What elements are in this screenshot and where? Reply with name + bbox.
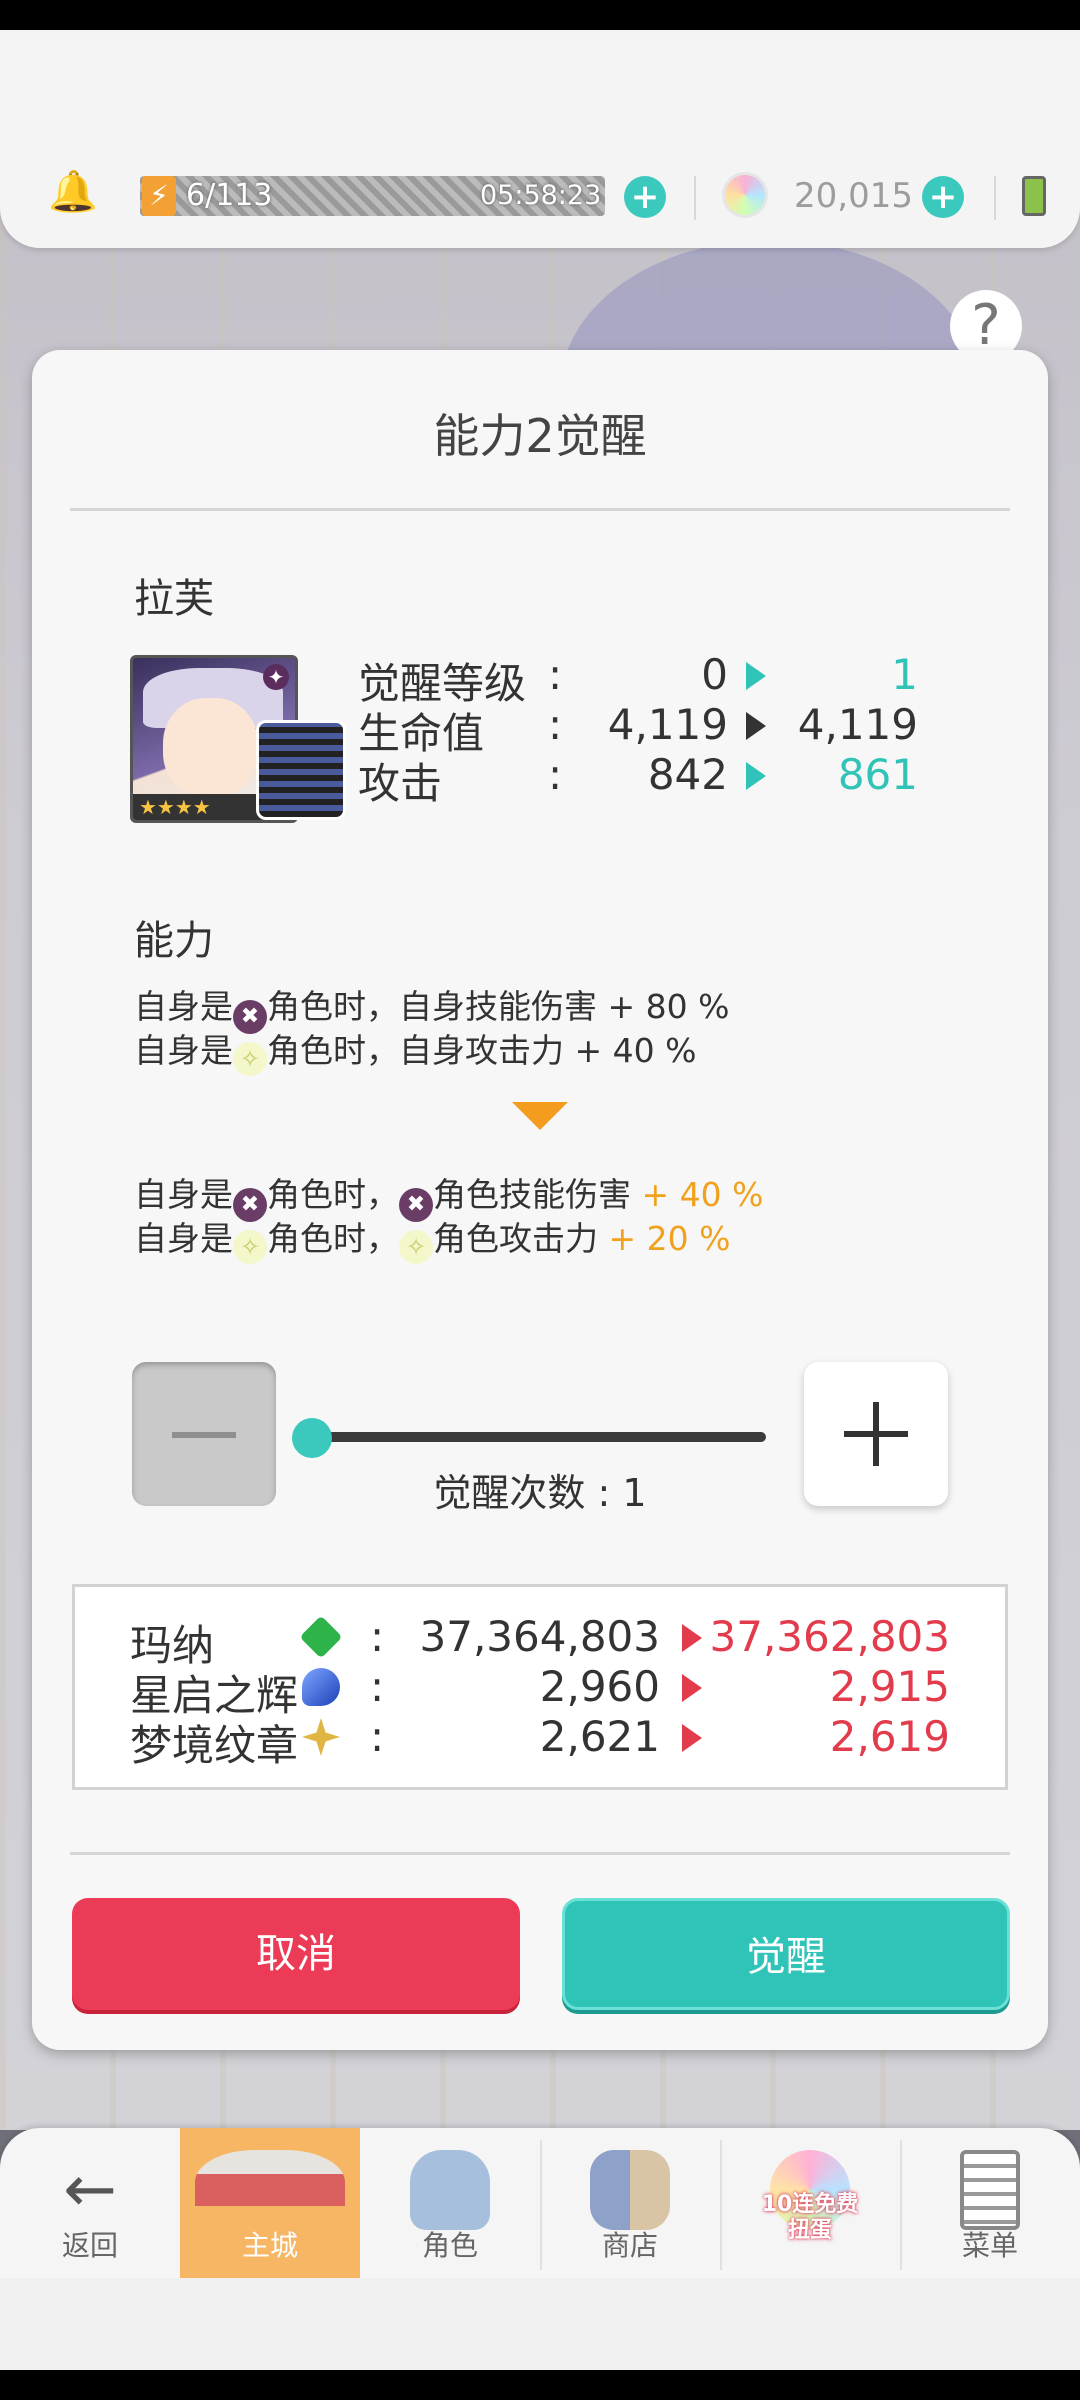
arrow-right-icon xyxy=(682,1624,702,1652)
arrow-right-icon xyxy=(682,1674,702,1702)
divider xyxy=(70,508,1010,511)
system-navigation-bar xyxy=(0,2370,1080,2400)
nav-main-city[interactable]: 主城 xyxy=(180,2128,360,2278)
stat-before: 4,119 xyxy=(607,700,728,749)
ability-text: 角色时，自身攻击力 + 40 % xyxy=(267,1031,697,1070)
cost-row-dream-emblem: 梦境纹章 : 2,621 2,619 xyxy=(130,1712,950,1770)
stat-before: 842 xyxy=(647,750,728,799)
awaken-button[interactable]: 觉醒 xyxy=(562,1898,1010,2010)
nav-back[interactable]: ← 返回 xyxy=(0,2128,180,2278)
castle-icon xyxy=(195,2150,345,2230)
battery-icon xyxy=(1022,176,1046,216)
stat-colon: : xyxy=(548,700,563,749)
shop-bags-icon xyxy=(590,2150,670,2230)
chibi-sprite-icon xyxy=(256,720,346,820)
ability-value: + 20 % xyxy=(598,1219,731,1258)
slider-handle[interactable] xyxy=(292,1418,332,1458)
cost-after: 2,915 xyxy=(829,1662,950,1711)
cancel-button[interactable]: 取消 xyxy=(72,1898,520,2010)
nav-shop[interactable]: 商店 xyxy=(540,2128,720,2278)
nav-label: 商店 xyxy=(601,2229,658,2262)
nav-character[interactable]: 角色 xyxy=(360,2128,540,2278)
cost-colon: : xyxy=(370,1662,385,1711)
stat-before: 0 xyxy=(701,650,728,699)
nav-menu[interactable]: 菜单 xyxy=(900,2128,1080,2278)
add-stamina-button[interactable]: + xyxy=(624,176,666,218)
ability-text: 角色攻击力 xyxy=(433,1219,598,1258)
dialog-title: 能力2觉醒 xyxy=(433,409,647,463)
cost-colon: : xyxy=(370,1712,385,1761)
stat-row-hp: 生命值 : 4,119 4,119 xyxy=(358,700,918,758)
gacha-badge-line-2: 扭蛋 xyxy=(787,2218,832,2243)
down-arrow-icon xyxy=(512,1102,568,1130)
next-ability-line-2: 自身是 ✧ 角色时， ✧ 角色攻击力 + 20 % xyxy=(134,1212,730,1264)
cost-colon: : xyxy=(370,1612,385,1661)
stat-label: 攻击 xyxy=(358,759,443,808)
light-attribute-icon: ✧ xyxy=(233,1230,267,1264)
stat-colon: : xyxy=(548,750,563,799)
ability-text: 角色技能伤害 xyxy=(433,1175,631,1214)
blue-flame-icon xyxy=(302,1668,340,1706)
stamina-timer: 05:58:23 xyxy=(480,180,602,211)
arrow-right-icon xyxy=(746,762,766,790)
stat-colon: : xyxy=(548,650,563,699)
cost-before: 2,960 xyxy=(539,1662,660,1711)
ability-text: 自身是 xyxy=(134,1031,233,1070)
add-gems-button[interactable]: + xyxy=(922,176,964,218)
lightning-icon: ⚡ xyxy=(142,176,176,216)
gold-star-icon xyxy=(302,1718,340,1756)
rainbow-gem-icon xyxy=(722,172,768,218)
stat-after: 861 xyxy=(837,750,918,799)
current-ability-line-2: 自身是 ✧ 角色时，自身攻击力 + 40 % xyxy=(134,1024,696,1076)
arrow-right-icon xyxy=(746,712,766,740)
divider xyxy=(994,176,996,220)
nav-label: 主城 xyxy=(241,2229,298,2262)
nav-footer-area xyxy=(0,2278,1080,2370)
ability-text: 自身是 xyxy=(134,1219,233,1258)
ability-text: 角色时， xyxy=(267,1175,399,1214)
cost-label: 梦境纹章 xyxy=(130,1721,299,1770)
stat-after: 1 xyxy=(891,650,918,699)
light-attribute-icon: ✧ xyxy=(233,1042,267,1076)
nav-label: 返回 xyxy=(61,2229,118,2262)
back-arrow-icon: ← xyxy=(63,2153,117,2227)
nav-label: 菜单 xyxy=(961,2229,1018,2262)
bell-icon[interactable]: 🔔 xyxy=(48,170,98,214)
cost-row-mana: 玛纳 : 37,364,803 37,362,803 xyxy=(130,1612,950,1670)
divider xyxy=(70,1852,1010,1855)
awaken-count-slider[interactable] xyxy=(312,1432,766,1442)
stat-after: 4,119 xyxy=(797,700,918,749)
gem-count: 20,015 xyxy=(794,176,913,216)
green-gem-icon xyxy=(299,1615,343,1659)
light-attribute-icon: ✧ xyxy=(399,1230,433,1264)
ability-text: 自身是 xyxy=(134,987,233,1026)
arrow-right-icon xyxy=(746,662,766,690)
cost-before: 37,364,803 xyxy=(419,1612,660,1661)
cost-after: 37,362,803 xyxy=(709,1612,950,1661)
divider xyxy=(694,176,696,220)
ability-section-label: 能力 xyxy=(134,918,214,964)
ability-text: 自身是 xyxy=(134,1175,233,1214)
cost-row-starlight: 星启之辉 : 2,960 2,915 xyxy=(130,1662,950,1720)
portrait-face xyxy=(163,698,258,798)
system-status-bar xyxy=(0,0,1080,30)
gacha-badge-line-1: 10连免费 xyxy=(761,2192,859,2217)
awaken-count-label: 觉醒次数 : 1 xyxy=(433,1471,647,1515)
menu-list-icon xyxy=(960,2150,1020,2230)
stamina-value: 6/113 xyxy=(186,178,273,213)
ability-text: 角色时， xyxy=(267,1219,399,1258)
ability-value: + 40 % xyxy=(631,1175,764,1214)
arrow-right-icon xyxy=(682,1724,702,1752)
character-doll-icon xyxy=(410,2150,490,2230)
gacha-badge: 10连免费 扭蛋 xyxy=(720,2192,900,2244)
stat-row-attack: 攻击 : 842 861 xyxy=(358,750,918,808)
cost-before: 2,621 xyxy=(539,1712,660,1761)
dark-attribute-icon: ✦ xyxy=(263,664,289,690)
cost-after: 2,619 xyxy=(829,1712,950,1761)
nav-label: 角色 xyxy=(421,2229,478,2262)
character-name: 拉芙 xyxy=(134,576,214,622)
ability-text: 角色时，自身技能伤害 + 80 % xyxy=(267,987,730,1026)
stat-row-awaken-level: 觉醒等级 : 0 1 xyxy=(358,650,918,708)
nav-gacha[interactable]: 10连免费 扭蛋 xyxy=(720,2128,900,2278)
